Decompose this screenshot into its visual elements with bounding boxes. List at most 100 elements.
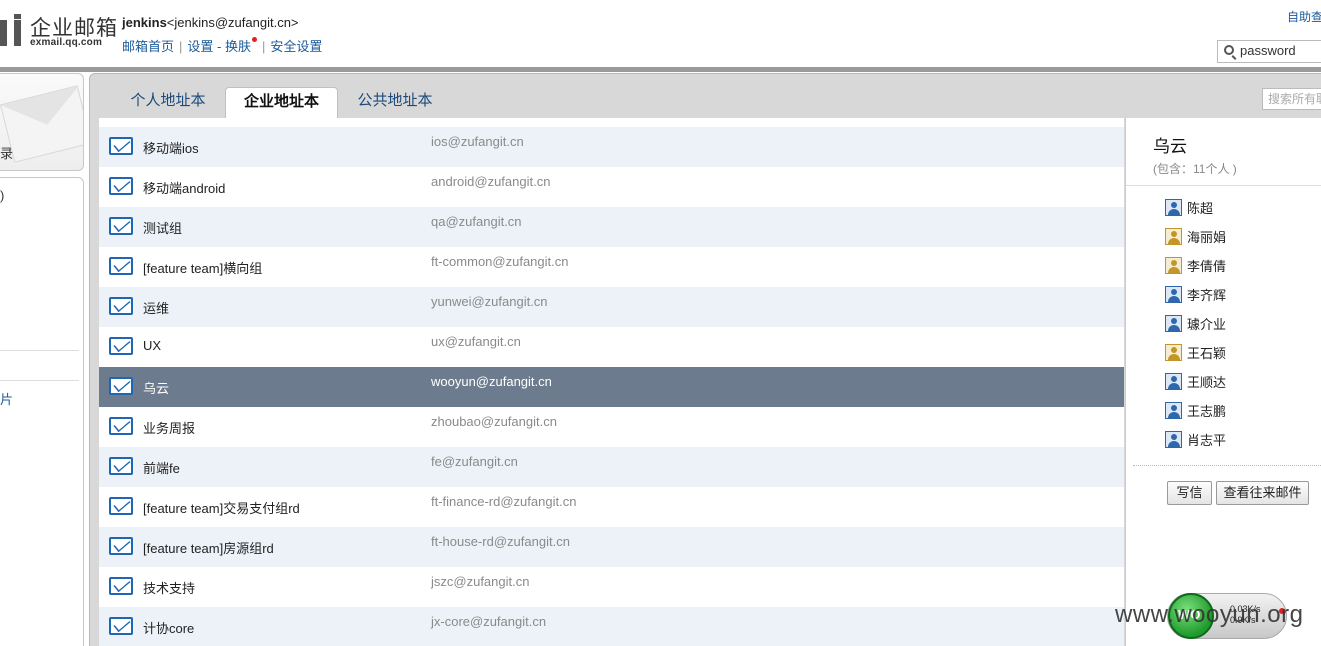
list-item[interactable]: 移动端android android@zufangit.cn (99, 167, 1124, 207)
sidebar-item-photos[interactable]: 片 (0, 389, 13, 408)
group-email: jx-core@zufangit.cn (431, 614, 547, 629)
user-icon (1165, 344, 1182, 361)
detail-divider (1126, 185, 1321, 186)
mail-group-icon (109, 177, 133, 195)
nav-separator: | (262, 39, 266, 54)
group-email: wooyun@zufangit.cn (431, 374, 552, 389)
list-item[interactable]: 业务周报 zhoubao@zufangit.cn (99, 407, 1124, 447)
mail-group-icon (109, 537, 133, 555)
group-email: jszc@zufangit.cn (431, 574, 530, 589)
group-email: ux@zufangit.cn (431, 334, 521, 349)
group-name: 乌云 (143, 381, 170, 396)
list-item[interactable]: 技术支持 jszc@zufangit.cn (99, 567, 1124, 607)
mail-group-icon (109, 377, 133, 395)
nav-dash: - (217, 39, 222, 54)
member-name: 王志鹏 (1187, 404, 1227, 419)
mail-group-icon (109, 617, 133, 635)
view-history-button[interactable]: 查看往来邮件 (1216, 481, 1309, 505)
header: 企业邮箱 exmail.qq.com jenkins<jenkins@zufan… (0, 0, 1321, 68)
nav-separator: | (179, 39, 183, 54)
group-email: fe@zufangit.cn (431, 454, 518, 469)
group-name: 移动端android (143, 181, 226, 196)
group-email: zhoubao@zufangit.cn (431, 414, 557, 429)
sidebar-top-label[interactable]: 录 (0, 143, 13, 162)
group-name: 前端fe (143, 461, 180, 476)
top-nav: 邮箱首页 | 设置 - 换肤 | 安全设置 (122, 36, 322, 55)
header-divider (0, 67, 1321, 72)
user-icon (1165, 286, 1182, 303)
group-name: [feature team]交易支付组rd (143, 501, 300, 516)
group-email: ft-finance-rd@zufangit.cn (431, 494, 577, 509)
detail-divider (1133, 465, 1321, 466)
tab-enterprise-address-book[interactable]: 企业地址本 (225, 87, 338, 118)
user-icon (1165, 315, 1182, 332)
self-help-link[interactable]: 自助查 (1287, 8, 1321, 25)
contact-search-input[interactable]: 搜索所有联 (1262, 88, 1321, 110)
member-name: 王顺达 (1187, 375, 1227, 390)
list-item[interactable]: UX ux@zufangit.cn (99, 327, 1124, 367)
tab-personal-address-book[interactable]: 个人地址本 (115, 87, 221, 118)
mail-group-icon (109, 417, 133, 435)
user-icon (1165, 257, 1182, 274)
member-name: 李倩倩 (1187, 259, 1227, 274)
search-icon (1224, 45, 1234, 55)
list-item-selected[interactable]: 乌云 wooyun@zufangit.cn (99, 367, 1124, 407)
group-name: 业务周报 (143, 421, 196, 436)
group-name: 测试组 (143, 221, 183, 236)
site-watermark: www.wooyun.org (1115, 601, 1304, 628)
list-item[interactable]: [feature team]交易支付组rd ft-finance-rd@zufa… (99, 487, 1124, 527)
group-email: yunwei@zufangit.cn (431, 294, 548, 309)
nav-security-settings[interactable]: 安全设置 (270, 39, 322, 54)
new-dot-icon (252, 37, 258, 42)
mail-search-box[interactable] (1217, 40, 1321, 63)
group-name: 移动端ios (143, 141, 199, 156)
nav-mail-home[interactable]: 邮箱首页 (122, 39, 174, 54)
list-item[interactable]: 移动端ios ios@zufangit.cn (99, 127, 1124, 167)
mail-group-icon (109, 297, 133, 315)
member-name: 王石颖 (1187, 346, 1227, 361)
mail-group-icon (109, 577, 133, 595)
group-member-count: (包含：11个人 ) (1153, 162, 1237, 176)
sidebar-inbox-count[interactable]: ) (0, 188, 4, 203)
logo-subtitle: exmail.qq.com (30, 37, 103, 48)
user-icon (1165, 199, 1182, 216)
user-name: jenkins (122, 15, 167, 30)
mail-group-icon (109, 457, 133, 475)
group-email: ios@zufangit.cn (431, 134, 524, 149)
group-email: qa@zufangit.cn (431, 214, 522, 229)
member-name: 李齐辉 (1187, 288, 1227, 303)
mail-group-icon (109, 257, 133, 275)
member-name: 肖志平 (1187, 433, 1227, 448)
user-icon (1165, 431, 1182, 448)
mail-group-icon (109, 497, 133, 515)
group-email: ft-common@zufangit.cn (431, 254, 569, 269)
list-item[interactable]: 计协core jx-core@zufangit.cn (99, 607, 1124, 646)
nav-skin[interactable]: 换肤 (225, 39, 251, 54)
mail-search-input[interactable] (1240, 43, 1321, 58)
user-icon (1165, 228, 1182, 245)
group-detail-title: 乌云 (1153, 137, 1187, 156)
group-name: [feature team]横向组 (143, 261, 263, 276)
user-identity: jenkins<jenkins@zufangit.cn> (122, 15, 299, 30)
group-name: UX (143, 338, 162, 353)
tab-public-address-book[interactable]: 公共地址本 (342, 87, 448, 118)
member-name: 璩介业 (1187, 317, 1227, 332)
mail-group-icon (109, 137, 133, 155)
sidebar-divider (0, 350, 79, 351)
member-name: 海丽娟 (1187, 230, 1227, 245)
list-item[interactable]: [feature team]房源组rd ft-house-rd@zufangit… (99, 527, 1124, 567)
mail-group-icon (109, 337, 133, 355)
list-item[interactable]: 运维 yunwei@zufangit.cn (99, 287, 1124, 327)
user-icon (1165, 402, 1182, 419)
group-name: 运维 (143, 301, 170, 316)
list-item[interactable]: 前端fe fe@zufangit.cn (99, 447, 1124, 487)
sidebar-folders (0, 177, 84, 646)
mail-group-icon (109, 217, 133, 235)
group-name: 计协core (143, 621, 195, 636)
write-mail-button[interactable]: 写信 (1167, 481, 1212, 505)
list-item[interactable]: [feature team]横向组 ft-common@zufangit.cn (99, 247, 1124, 287)
list-item[interactable]: 测试组 qa@zufangit.cn (99, 207, 1124, 247)
nav-settings[interactable]: 设置 (187, 39, 213, 54)
group-email: android@zufangit.cn (431, 174, 551, 189)
group-name: [feature team]房源组rd (143, 541, 274, 556)
